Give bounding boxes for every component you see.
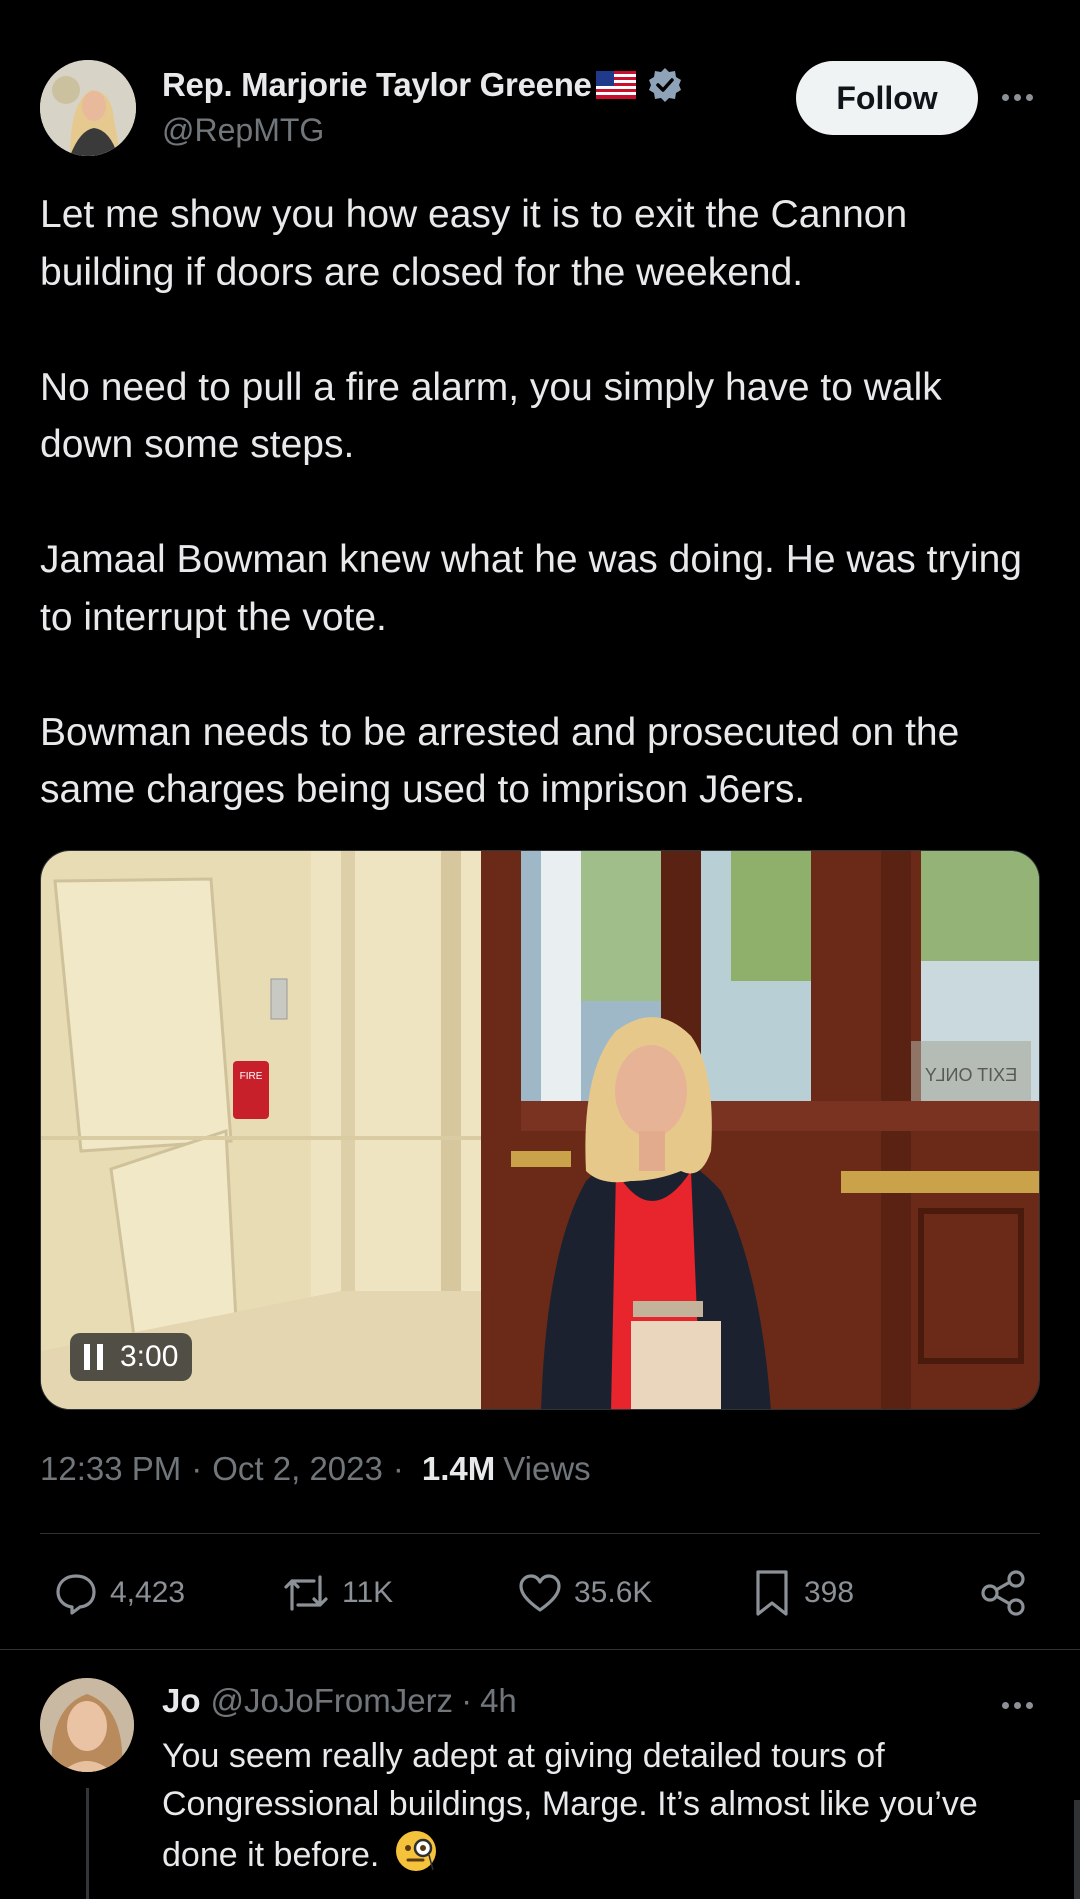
scrollbar[interactable] xyxy=(1074,1800,1080,1899)
tweet-time[interactable]: 12:33 PM xyxy=(40,1450,181,1488)
views-label: Views xyxy=(503,1450,591,1487)
us-flag-icon xyxy=(595,71,636,99)
meta-separator: · xyxy=(461,1682,473,1719)
meta-separator: · xyxy=(191,1450,203,1487)
reply-action[interactable]: 4,423 xyxy=(52,1566,185,1620)
author-name[interactable]: Rep. Marjorie Taylor Greene xyxy=(162,66,592,104)
bookmark-icon[interactable] xyxy=(750,1567,794,1619)
monocle-face-emoji-icon xyxy=(395,1831,436,1871)
divider xyxy=(40,1533,1040,1534)
views-count: 1.4M xyxy=(421,1450,496,1487)
bookmark-count: 398 xyxy=(804,1576,855,1609)
reply-text: You seem really adept at giving detailed… xyxy=(162,1737,978,1874)
tweet-video[interactable]: FIRE EXIT ONLY xyxy=(40,850,1040,1410)
reply-tweet[interactable]: Jo @JoJoFromJerz · 4h You seem really ad… xyxy=(0,1650,1080,1899)
author-avatar-image xyxy=(40,60,136,156)
tweet-date[interactable]: Oct 2, 2023 xyxy=(212,1450,383,1488)
author-avatar[interactable] xyxy=(40,60,136,156)
fire-alarm-label: FIRE xyxy=(240,1071,263,1082)
reply-avatar-image xyxy=(40,1678,134,1772)
retweet-icon[interactable] xyxy=(280,1569,332,1617)
video-playback-badge[interactable]: 3:00 xyxy=(70,1333,193,1381)
video-duration: 3:00 xyxy=(120,1340,179,1373)
author-name-row[interactable]: Rep. Marjorie Taylor Greene xyxy=(162,64,684,106)
more-options-icon[interactable] xyxy=(998,80,1038,116)
door-sign-text: EXIT ONLY xyxy=(925,1065,1017,1085)
video-frame: FIRE EXIT ONLY xyxy=(41,851,1039,1409)
share-action[interactable] xyxy=(978,1566,1038,1620)
like-count: 35.6K xyxy=(574,1576,653,1609)
tweet-text: Let me show you how easy it is to exit t… xyxy=(40,193,1022,811)
reply-author-avatar[interactable] xyxy=(40,1678,134,1772)
thread-line xyxy=(86,1788,89,1899)
tweet-meta: 12:33 PM · Oct 2, 2023 · 1.4M Views xyxy=(40,1450,591,1488)
reply-icon[interactable] xyxy=(52,1569,100,1617)
share-icon[interactable] xyxy=(978,1568,1028,1618)
heart-icon[interactable] xyxy=(516,1569,564,1617)
reply-text-block: You seem really adept at giving detailed… xyxy=(162,1732,1042,1879)
author-handle[interactable]: @RepMTG xyxy=(162,112,324,149)
reply-more-options-icon[interactable] xyxy=(998,1688,1038,1724)
follow-button[interactable]: Follow xyxy=(796,61,978,135)
retweet-count: 11K xyxy=(342,1576,394,1609)
bookmark-action[interactable]: 398 xyxy=(750,1566,854,1620)
reply-count: 4,423 xyxy=(110,1576,186,1609)
meta-separator: · xyxy=(392,1450,404,1487)
reply-age[interactable]: 4h xyxy=(480,1682,517,1720)
reply-header: Jo @JoJoFromJerz · 4h xyxy=(162,1682,517,1720)
reply-author-handle[interactable]: @JoJoFromJerz xyxy=(211,1682,454,1720)
verified-badge-icon xyxy=(648,68,681,102)
pause-icon[interactable] xyxy=(84,1344,104,1370)
like-action[interactable]: 35.6K xyxy=(516,1566,652,1620)
retweet-action[interactable]: 11K xyxy=(280,1566,393,1620)
reply-author-name[interactable]: Jo xyxy=(162,1682,201,1720)
